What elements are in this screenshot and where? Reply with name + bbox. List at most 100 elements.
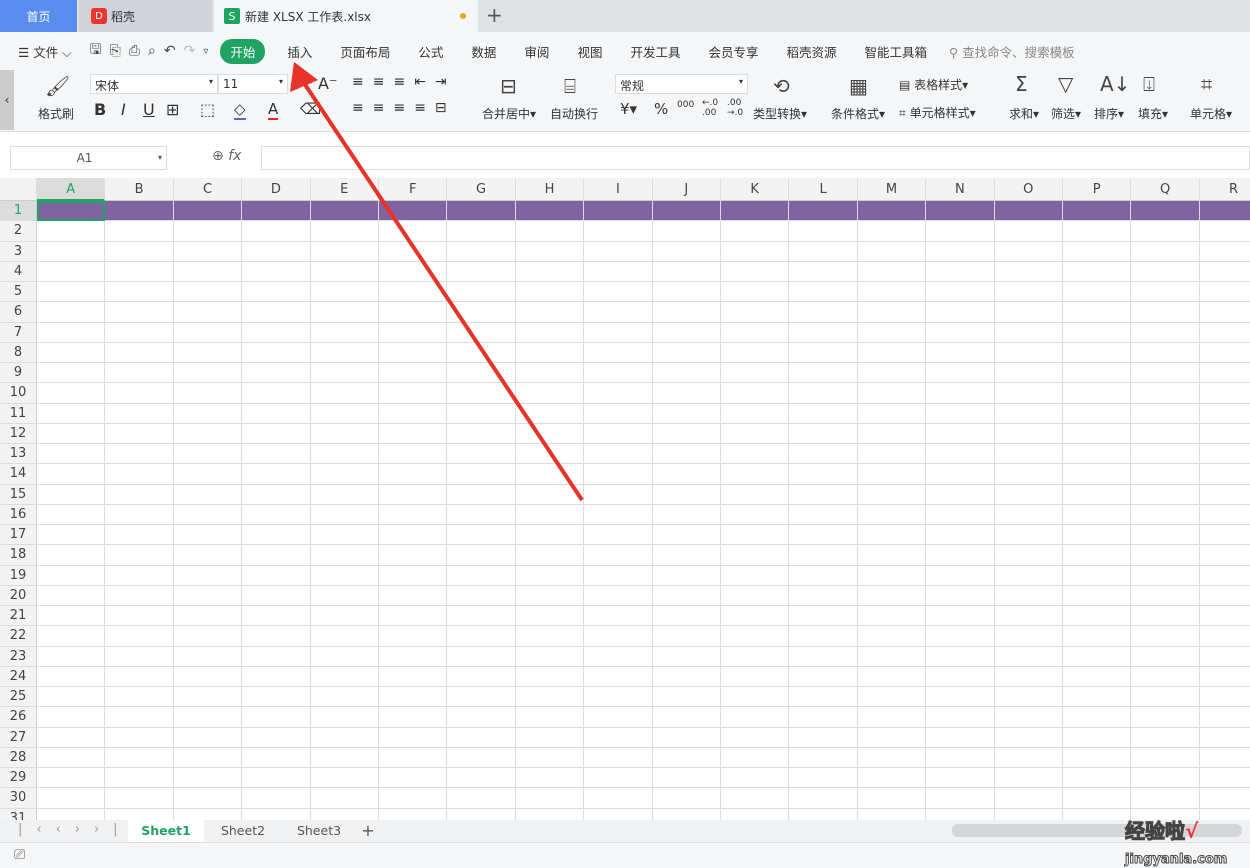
- row-header-11[interactable]: 11: [0, 403, 37, 424]
- add-sheet-button[interactable]: +: [358, 820, 378, 842]
- more-icon[interactable]: ▿: [203, 46, 208, 57]
- row-header-19[interactable]: 19: [0, 565, 37, 586]
- ribbon-scroll-left[interactable]: ‹: [0, 70, 14, 130]
- row-header-22[interactable]: 22: [0, 626, 37, 647]
- save-icon[interactable]: 🖫: [90, 39, 102, 63]
- column-header-I[interactable]: I: [584, 178, 653, 201]
- select-all-corner[interactable]: [0, 178, 37, 201]
- eraser-icon[interactable]: ⌫: [300, 100, 321, 118]
- cell-button[interactable]: 单元格▾: [1190, 105, 1232, 122]
- format-painter-button[interactable]: 格式刷: [38, 105, 74, 122]
- print-preview-icon[interactable]: ⌕: [148, 43, 156, 59]
- fx-icon[interactable]: fx: [228, 148, 241, 164]
- tab-docer[interactable]: D 稻壳: [79, 0, 212, 32]
- align-row-2[interactable]: ≡≡≡≡⊟: [352, 100, 456, 116]
- row-header-6[interactable]: 6: [0, 302, 37, 323]
- number-format-select[interactable]: 常规 ▾: [615, 74, 748, 94]
- row-header-9[interactable]: 9: [0, 363, 37, 384]
- cell-format-icon[interactable]: ⬚: [200, 100, 215, 119]
- sort-button[interactable]: 排序▾: [1094, 105, 1124, 122]
- bold-icon[interactable]: B: [94, 100, 106, 119]
- sum-button[interactable]: 求和▾: [1009, 105, 1039, 122]
- column-header-A[interactable]: A: [37, 178, 106, 201]
- menu-view[interactable]: 视图: [577, 42, 602, 61]
- menu-developer[interactable]: 开发工具: [630, 42, 680, 61]
- row-header-20[interactable]: 20: [0, 585, 37, 606]
- row-header-10[interactable]: 10: [0, 383, 37, 404]
- row-header-4[interactable]: 4: [0, 261, 37, 282]
- fill-color-icon[interactable]: ◇: [234, 100, 246, 120]
- tab-file[interactable]: S 新建 XLSX 工作表.xlsx: [214, 0, 478, 32]
- font-shrink-icon[interactable]: A⁻: [318, 74, 337, 93]
- wrap-text-button[interactable]: 自动换行: [550, 105, 598, 122]
- row-header-13[interactable]: 13: [0, 444, 37, 465]
- align-row-1[interactable]: ≡≡≡⇤⇥: [352, 74, 456, 90]
- column-header-O[interactable]: O: [994, 178, 1063, 201]
- file-menu[interactable]: ☰ 文件 ⌵: [18, 42, 72, 61]
- menu-start[interactable]: 开始: [220, 38, 266, 64]
- column-header-L[interactable]: L: [789, 178, 858, 201]
- row-header-29[interactable]: 29: [0, 768, 37, 789]
- row-header-8[interactable]: 8: [0, 342, 37, 363]
- font-size-select[interactable]: 11 ▾: [218, 74, 288, 94]
- print-icon[interactable]: ⎙: [129, 43, 140, 59]
- menu-data[interactable]: 数据: [471, 42, 496, 61]
- thousands-icon[interactable]: 000: [677, 100, 694, 110]
- column-header-M[interactable]: M: [857, 178, 927, 201]
- increase-decimal-icon[interactable]: ←.0.00: [702, 98, 718, 118]
- column-header-B[interactable]: B: [105, 178, 174, 201]
- conditional-format-button[interactable]: 条件格式▾: [831, 105, 885, 122]
- row-header-28[interactable]: 28: [0, 747, 37, 768]
- sheet-tab-2[interactable]: Sheet2: [206, 820, 280, 842]
- font-color-icon[interactable]: A: [268, 100, 279, 120]
- column-header-J[interactable]: J: [652, 178, 721, 201]
- italic-icon[interactable]: I: [121, 100, 126, 119]
- tab-home[interactable]: 首页: [0, 0, 77, 32]
- formula-input[interactable]: [261, 146, 1250, 170]
- name-box[interactable]: A1 ▾: [10, 146, 167, 170]
- spreadsheet-grid[interactable]: A B C D E F G H I J K L M N O P Q R 1 2 3 4 5 6 7 8 9 10 11 12 13 14 15 1…: [0, 178, 1250, 820]
- row-header-5[interactable]: 5: [0, 282, 37, 303]
- row-header-30[interactable]: 30: [0, 788, 37, 809]
- menu-review[interactable]: 审阅: [524, 42, 549, 61]
- row-header-15[interactable]: 15: [0, 484, 37, 505]
- sheet-tab-3[interactable]: Sheet3: [284, 820, 354, 842]
- column-header-D[interactable]: D: [242, 178, 311, 201]
- underline-icon[interactable]: U: [143, 100, 155, 119]
- sheet-tab-1[interactable]: Sheet1: [128, 820, 204, 842]
- selected-cell-A1[interactable]: [37, 201, 106, 222]
- row-header-21[interactable]: 21: [0, 606, 37, 627]
- row-header-7[interactable]: 7: [0, 322, 37, 343]
- row-header-31[interactable]: 31: [0, 808, 37, 820]
- fill-button[interactable]: 填充▾: [1138, 105, 1168, 122]
- table-style-button[interactable]: ▤ 表格样式▾: [899, 76, 968, 93]
- sheet-nav-buttons[interactable]: |‹‹››|: [18, 822, 132, 837]
- filter-button[interactable]: 筛选▾: [1051, 105, 1081, 122]
- macro-icon[interactable]: ⎚: [14, 847, 25, 863]
- currency-button[interactable]: ¥▾: [620, 100, 637, 118]
- row-header-26[interactable]: 26: [0, 707, 37, 728]
- column-header-C[interactable]: C: [173, 178, 243, 201]
- menu-insert[interactable]: 插入: [287, 42, 312, 61]
- column-header-P[interactable]: P: [1063, 178, 1132, 201]
- zoom-icon[interactable]: ⊕: [212, 148, 224, 164]
- font-select[interactable]: 宋体 ▾: [90, 74, 218, 94]
- row-header-27[interactable]: 27: [0, 727, 37, 748]
- row-header-1[interactable]: 1: [0, 201, 37, 222]
- merge-center-button[interactable]: 合并居中▾: [482, 105, 536, 122]
- border-icon[interactable]: ⊞: [166, 100, 179, 119]
- row-header-24[interactable]: 24: [0, 666, 37, 687]
- column-header-N[interactable]: N: [926, 178, 995, 201]
- column-header-R[interactable]: R: [1199, 178, 1250, 201]
- percent-button[interactable]: %: [654, 100, 668, 118]
- row-header-12[interactable]: 12: [0, 423, 37, 444]
- row-header-14[interactable]: 14: [0, 464, 37, 485]
- menu-formula[interactable]: 公式: [418, 42, 443, 61]
- row-header-23[interactable]: 23: [0, 646, 37, 667]
- column-header-K[interactable]: K: [721, 178, 790, 201]
- cell-style-button[interactable]: ⌗ 单元格样式▾: [899, 104, 976, 121]
- column-header-Q[interactable]: Q: [1131, 178, 1200, 201]
- row-header-16[interactable]: 16: [0, 504, 37, 525]
- undo-icon[interactable]: ↶: [164, 43, 176, 59]
- menu-smart-tools[interactable]: 智能工具箱: [865, 42, 928, 61]
